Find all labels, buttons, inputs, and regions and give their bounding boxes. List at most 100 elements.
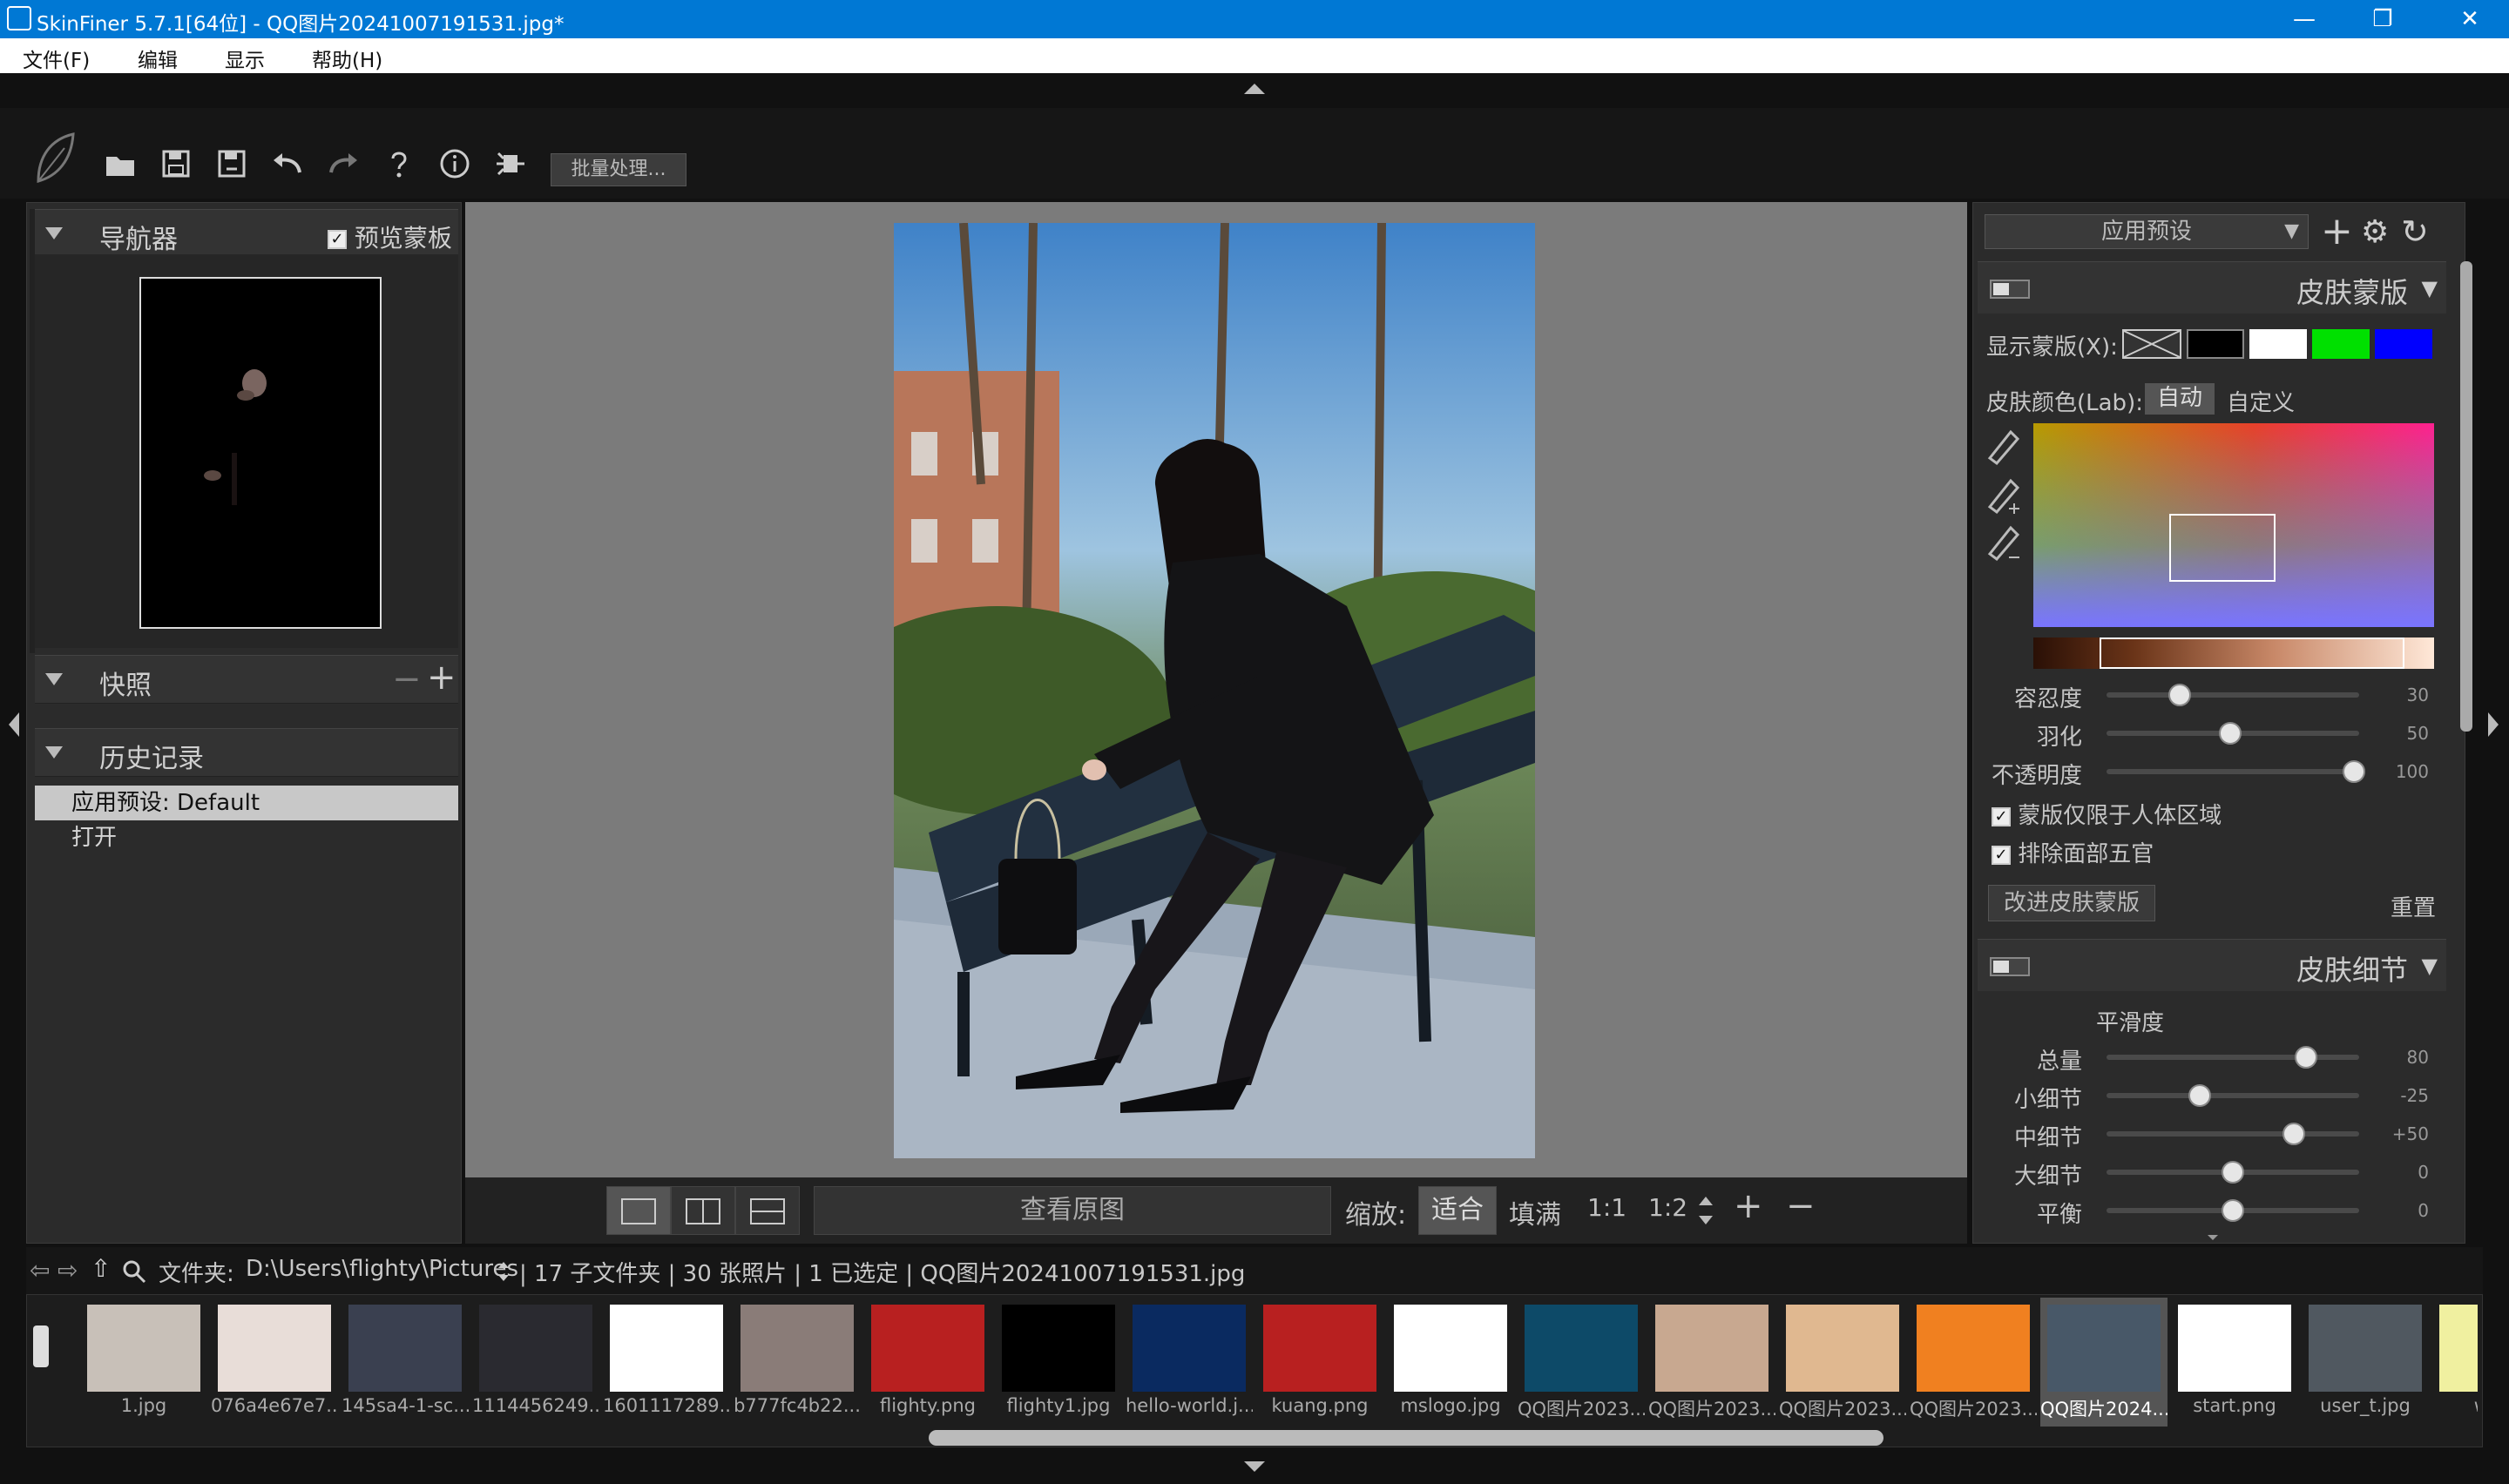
limit-to-body-checkbox[interactable]: ✓ [1992,806,2011,826]
search-icon[interactable] [122,1259,146,1284]
redo-icon[interactable] [326,146,361,181]
open-folder-icon[interactable] [103,146,138,181]
zoom-spinner-icon[interactable] [1697,1193,1714,1228]
slider-track[interactable] [2107,769,2359,774]
eyedropper-remove-icon[interactable] [1987,525,2020,562]
improve-skin-mask-button[interactable]: 改进皮肤蒙版 [1988,885,2155,921]
slider-knob[interactable] [2168,684,2192,706]
gear-icon[interactable]: ⚙ [2361,214,2389,250]
preview-mask-toggle[interactable]: ✓ 预览蒙板 [328,219,452,254]
split-vertical-button[interactable] [671,1186,735,1235]
slider-track[interactable] [2107,1131,2359,1137]
skin-color-range-box[interactable] [2169,514,2276,582]
up-folder-icon[interactable]: ⇧ [91,1254,111,1283]
slider-track[interactable] [2107,1093,2359,1098]
back-arrow-icon[interactable]: ⇦ [30,1256,50,1285]
skin-tone-bar[interactable] [2033,637,2434,669]
film-thumbnail[interactable]: QQ图片2023... [1648,1298,1775,1427]
menu-view[interactable]: 显示 [225,44,265,73]
zoom-fit-button[interactable]: 适合 [1418,1186,1497,1235]
navigator-header[interactable]: 导航器 ✓ 预览蒙板 [35,209,458,258]
slider-knob[interactable] [2295,1046,2318,1069]
collapse-left-icon[interactable] [7,712,21,737]
save-as-icon[interactable] [214,146,249,181]
split-horizontal-button[interactable] [735,1186,800,1235]
filmstrip-left-handle[interactable] [33,1325,49,1367]
plugin-icon[interactable] [493,146,528,181]
film-thumbnail[interactable]: QQ图片2023... [1518,1298,1645,1427]
film-thumbnail[interactable]: 1.jpg [80,1298,207,1427]
menu-edit[interactable]: 编辑 [138,44,178,73]
skin-color-picker[interactable] [2033,423,2434,627]
menu-file[interactable]: 文件(F) [23,44,90,73]
slider-knob[interactable] [2343,760,2366,783]
add-snapshot-icon[interactable]: + [427,658,456,698]
film-thumbnail[interactable]: 1114456249... [472,1298,599,1427]
skin-tone-range[interactable] [2100,637,2404,669]
skin-mask-toggle[interactable] [1990,280,2030,299]
slider-knob[interactable] [2222,1199,2244,1222]
film-thumbnail[interactable]: QQ图片2023... [1779,1298,1906,1427]
info-icon[interactable] [437,146,472,181]
filmstrip-scrollbar-thumb[interactable] [929,1430,1883,1446]
slider-track[interactable] [2107,1055,2359,1060]
exclude-face-checkbox[interactable]: ✓ [1992,845,2011,865]
mask-white-swatch[interactable] [2249,329,2307,359]
film-thumbnail[interactable]: flighty1.jpg [995,1298,1122,1427]
refresh-icon[interactable]: ↻ [2401,212,2429,251]
zoom-fill-button[interactable]: 填满 [1509,1193,1561,1231]
batch-process-button[interactable]: 批量处理... [551,153,686,186]
eyedropper-add-icon[interactable] [1987,478,2020,515]
film-thumbnail[interactable]: hello-world.j... [1126,1298,1253,1427]
film-thumbnail[interactable]: mslogo.jpg [1387,1298,1514,1427]
film-thumbnail[interactable]: QQ图片2023... [1910,1298,2037,1427]
folder-path[interactable]: D:\Users\flighty\Pictures [246,1256,518,1282]
menu-help[interactable]: 帮助(H) [312,44,382,73]
film-thumbnail[interactable]: 1601117289... [603,1298,730,1427]
right-scrollbar-thumb[interactable] [2460,261,2472,732]
history-item-open[interactable]: 打开 [35,820,458,855]
zoom-in-icon[interactable]: + [1734,1186,1763,1226]
zoom-1-1-button[interactable]: 1:1 [1587,1193,1626,1222]
apply-preset-dropdown[interactable]: 应用预设 ▼ [1985,214,2309,249]
folder-dropdown-icon[interactable] [497,1259,511,1284]
restore-button[interactable]: ❐ [2343,0,2422,38]
minimize-button[interactable]: — [2265,0,2343,38]
undo-icon[interactable] [270,146,305,181]
skin-color-custom-button[interactable]: 自定义 [2227,385,2295,417]
view-original-button[interactable]: 查看原图 [814,1186,1331,1235]
single-view-button[interactable] [606,1186,671,1235]
main-photo[interactable] [894,223,1535,1158]
mask-black-swatch[interactable] [2187,329,2244,359]
film-thumbnail[interactable]: wu... [2432,1298,2478,1427]
film-thumbnail[interactable]: user_t.jpg [2302,1298,2429,1427]
collapse-up-icon[interactable] [1244,84,1265,94]
history-item-apply-preset[interactable]: 应用预设: Default [35,786,458,820]
slider-track[interactable] [2107,692,2359,698]
eyedropper-icon[interactable] [1987,429,2020,466]
skin-mask-header[interactable]: 皮肤蒙版 ▼ [1978,261,2446,314]
film-thumbnail[interactable]: kuang.png [1256,1298,1383,1427]
reset-button[interactable]: 重置 [2391,890,2436,922]
slider-knob[interactable] [2222,1161,2244,1184]
film-thumbnail[interactable]: b777fc4b22... [734,1298,861,1427]
zoom-1-2-button[interactable]: 1:2 [1648,1193,1687,1222]
film-thumbnail[interactable]: 145sa4-1-sc... [342,1298,469,1427]
collapse-right-icon[interactable] [2486,712,2500,737]
mask-green-swatch[interactable] [2312,329,2370,359]
mask-off-swatch[interactable] [2122,329,2181,359]
navigator-thumbnail[interactable] [139,277,382,629]
add-preset-icon[interactable]: + [2321,209,2353,253]
collapse-down-icon[interactable] [1244,1461,1265,1472]
film-thumbnail[interactable]: start.png [2171,1298,2298,1427]
skin-color-auto-button[interactable]: 自动 [2145,383,2215,415]
slider-knob[interactable] [2219,722,2242,745]
zoom-out-icon[interactable]: − [1786,1186,1816,1226]
film-thumbnail[interactable]: 076a4e67e7... [211,1298,338,1427]
forward-arrow-icon[interactable]: ⇨ [57,1256,78,1285]
mask-blue-swatch[interactable] [2375,329,2432,359]
chevron-down-icon[interactable]: ▼ [2422,954,2438,978]
history-header[interactable]: 历史记录 [35,728,458,777]
exclude-face-option[interactable]: ✓ 排除面部五官 [1992,836,2154,868]
limit-to-body-option[interactable]: ✓ 蒙版仅限于人体区域 [1992,798,2222,830]
